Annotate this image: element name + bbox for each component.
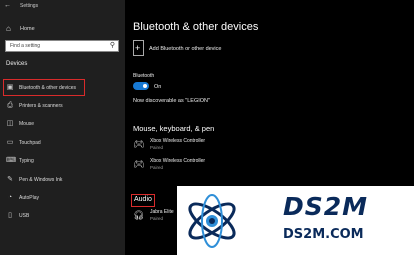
- device-status: Paired: [150, 145, 164, 150]
- touchpad-icon: ▭: [6, 139, 14, 146]
- sidebar-item-label: Touchpad: [19, 140, 41, 146]
- search-icon[interactable]: ⚲: [110, 41, 115, 49]
- sidebar-item-typing[interactable]: ⌨ Typing: [0, 154, 125, 168]
- search-input[interactable]: Find a setting ⚲: [5, 40, 119, 52]
- bluetooth-toggle[interactable]: [133, 82, 149, 90]
- device-name: Xbox Wireless Controller: [150, 138, 206, 144]
- title-bar: ← Settings: [0, 0, 125, 14]
- sidebar: ← Settings ⌂ Home Find a setting ⚲ Devic…: [0, 0, 125, 255]
- add-device-button[interactable]: +: [133, 40, 144, 56]
- section-heading-audio: Audio: [134, 196, 152, 203]
- page-title: Bluetooth & other devices: [133, 21, 259, 33]
- sidebar-item-autoplay[interactable]: ◔ AutoPlay: [0, 191, 125, 205]
- device-item[interactable]: 🎮︎ Xbox Wireless Controller Paired: [133, 137, 283, 153]
- usb-icon: ▯: [8, 212, 12, 219]
- mouse-icon: ◫: [6, 120, 14, 127]
- sidebar-item-label: Mouse: [19, 121, 35, 127]
- device-name: Xbox Wireless Controller: [150, 158, 206, 164]
- sidebar-item-label: Bluetooth & other devices: [19, 85, 76, 91]
- device-status: Paired: [150, 165, 164, 170]
- sidebar-item-label: Pen & Windows Ink: [19, 177, 63, 183]
- section-label-devices: Devices: [6, 61, 28, 67]
- sidebar-item-pen[interactable]: ✎ Pen & Windows Ink: [0, 173, 125, 187]
- sidebar-item-mouse[interactable]: ◫ Mouse: [0, 117, 125, 131]
- gamepad-icon: 🎮︎: [133, 159, 145, 169]
- atom-logo-icon: [188, 194, 236, 248]
- home-label: Home: [20, 26, 35, 32]
- sidebar-item-touchpad[interactable]: ▭ Touchpad: [0, 136, 125, 150]
- toggle-knob: [143, 84, 147, 88]
- gamepad-icon: 🎮︎: [133, 139, 145, 149]
- search-placeholder: Find a setting: [10, 43, 41, 49]
- bluetooth-state: On: [154, 84, 162, 90]
- back-arrow-icon[interactable]: ←: [4, 2, 11, 9]
- sidebar-item-label: Typing: [19, 158, 34, 164]
- home-icon: ⌂: [6, 24, 11, 33]
- bluetooth-devices-icon: ▣: [6, 84, 14, 91]
- sidebar-item-label: USB: [19, 213, 30, 219]
- printer-icon: ⎙: [7, 102, 13, 109]
- sidebar-item-label: Printers & scanners: [19, 103, 63, 109]
- app-title: Settings: [20, 3, 39, 9]
- device-item[interactable]: 🎮︎ Xbox Wireless Controller Paired: [133, 157, 283, 173]
- sidebar-item-label: AutoPlay: [19, 195, 40, 201]
- watermark-url: DS2M.COM: [283, 227, 364, 242]
- home-link[interactable]: ⌂ Home: [0, 22, 125, 36]
- section-heading-mouse: Mouse, keyboard, & pen: [133, 124, 215, 133]
- plus-icon: +: [135, 43, 141, 53]
- keyboard-icon: ⌨: [6, 157, 17, 164]
- device-status: Paired: [150, 216, 164, 221]
- device-name: Jabra Elite: [150, 209, 174, 215]
- watermark-name: DS2M: [283, 192, 369, 221]
- autoplay-icon: ◔: [7, 194, 13, 201]
- headphones-icon: 🎧︎: [133, 210, 145, 220]
- bluetooth-label: Bluetooth: [133, 73, 155, 79]
- sidebar-item-printers[interactable]: ⎙ Printers & scanners: [0, 99, 125, 113]
- sidebar-item-bluetooth[interactable]: ▣ Bluetooth & other devices: [0, 81, 125, 95]
- pen-icon: ✎: [7, 176, 13, 183]
- discoverable-text: Now discoverable as "LEGION": [133, 98, 210, 104]
- watermark: DS2M DS2M.COM: [177, 186, 414, 255]
- sidebar-item-usb[interactable]: ▯ USB: [0, 209, 125, 223]
- add-device-label[interactable]: Add Bluetooth or other device: [149, 46, 221, 52]
